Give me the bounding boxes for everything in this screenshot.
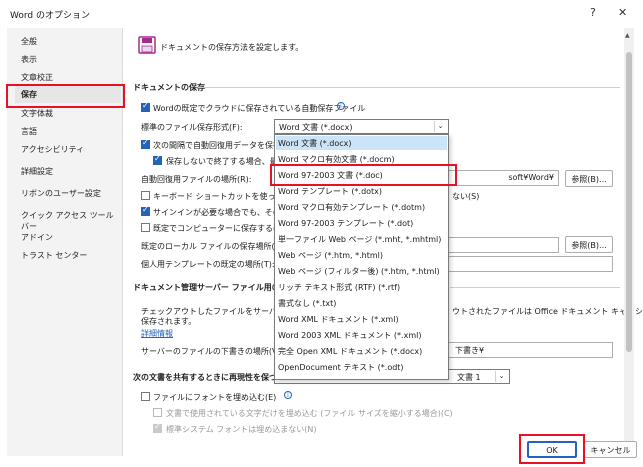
scroll-up-icon[interactable]: ▲	[625, 32, 630, 39]
dropdown-option-htm-filtered[interactable]: Web ページ (フィルター後) (*.htm, *.html)	[278, 266, 440, 277]
dropdown-option-strict-docx[interactable]: 完全 Open XML ドキュメント (*.docx)	[278, 346, 422, 357]
signin-checkbox[interactable]	[141, 205, 150, 216]
save-to-computer-checkbox[interactable]	[141, 223, 150, 232]
browse-local-button[interactable]: 参照(B)...	[565, 236, 613, 253]
sidebar-item-typography[interactable]: 文字体裁	[21, 108, 53, 119]
server-desc-line1-tail: ウトされたファイルは Office ドキュメント キャッシュに	[452, 307, 643, 316]
details-link[interactable]: 詳細情報	[141, 328, 173, 339]
divider	[198, 87, 620, 88]
section-save-documents: ドキュメントの保存	[133, 83, 205, 92]
sidebar-item-language[interactable]: 言語	[21, 126, 37, 137]
divider	[450, 287, 620, 288]
dropdown-option-docx[interactable]: Word 文書 (*.docx)	[278, 138, 352, 149]
format-select[interactable]: Word 文書 (*.docx) ⌄	[274, 119, 449, 134]
drafts-location-label: サーバーのファイルの下書きの場所(V):	[141, 347, 284, 356]
highlight-box-doc-option	[270, 164, 457, 186]
chevron-down-icon: ⌄	[495, 371, 507, 382]
format-label: 標準のファイル保存形式(F):	[141, 123, 243, 132]
browse-autorecover-button[interactable]: 参照(B)...	[565, 170, 613, 187]
fidelity-document-value: 文書 1	[457, 373, 481, 382]
info-icon[interactable]: i	[284, 391, 292, 399]
no-system-fonts-label: 標準システム フォントは埋め込まない(N)	[166, 425, 317, 434]
scrollbar-thumb[interactable]	[626, 52, 632, 352]
server-desc-line2: 保存されます。	[141, 317, 197, 326]
autorecover-location-label: 自動回復用ファイルの場所(R):	[141, 175, 252, 184]
embed-fonts-checkbox[interactable]	[141, 392, 150, 401]
sidebar-item-accessibility[interactable]: アクセシビリティ	[21, 144, 84, 155]
dropdown-option-odt[interactable]: OpenDocument テキスト (*.odt)	[278, 362, 404, 373]
keep-last-checkbox[interactable]	[153, 154, 162, 165]
dropdown-option-dotx[interactable]: Word テンプレート (*.dotx)	[278, 186, 382, 197]
sidebar-item-general[interactable]: 全般	[21, 36, 37, 47]
help-icon[interactable]: ?	[590, 6, 596, 19]
title-bar	[0, 0, 643, 28]
keep-last-label: 保存しないで終了する場合、最後	[166, 157, 286, 166]
embed-used-chars-checkbox[interactable]	[153, 408, 162, 417]
autorecover-checkbox[interactable]	[141, 138, 150, 149]
dropdown-option-dotm[interactable]: Word マクロ有効テンプレート (*.dotm)	[278, 202, 425, 213]
sidebar-item-proofing[interactable]: 文章校正	[21, 72, 53, 83]
sidebar-item-advanced[interactable]: 詳細設定	[21, 166, 53, 177]
save-to-computer-label: 既定でコンピューターに保存する(C)	[153, 224, 285, 233]
sidebar-item-addins[interactable]: アドイン	[21, 232, 53, 243]
sidebar-item-quick-access[interactable]: クイック アクセス ツール バー	[21, 210, 122, 232]
dropdown-option-txt[interactable]: 書式なし (*.txt)	[278, 298, 336, 309]
highlight-box-save	[6, 84, 125, 108]
embed-used-chars-label: 文書で使用されている文字だけを埋め込む (ファイル サイズを縮小する場合)(C)	[166, 409, 453, 418]
autosave-checkbox[interactable]	[141, 101, 150, 112]
dropdown-option-mht[interactable]: 単一ファイル Web ページ (*.mht, *.mhtml)	[278, 234, 441, 245]
sidebar-item-trust-center[interactable]: トラスト センター	[21, 250, 87, 261]
close-icon[interactable]: ✕	[618, 6, 627, 19]
autorecover-label: 次の間隔で自動回復用データを保存す	[153, 141, 289, 150]
header-text: ドキュメントの保存方法を設定します。	[160, 43, 304, 52]
highlight-box-ok	[519, 434, 585, 464]
chevron-down-icon: ⌄	[434, 121, 446, 132]
dropdown-option-xml[interactable]: Word XML ドキュメント (*.xml)	[278, 314, 399, 325]
sidebar-item-customize-ribbon[interactable]: リボンのユーザー設定	[21, 188, 101, 199]
template-location-label: 個人用テンプレートの既定の場所(T):	[141, 260, 275, 269]
no-system-fonts-checkbox[interactable]	[153, 422, 162, 433]
sidebar-item-display[interactable]: 表示	[21, 54, 37, 65]
dropdown-option-xml-2003[interactable]: Word 2003 XML ドキュメント (*.xml)	[278, 330, 421, 341]
keyboard-shortcut-suffix: ない(S)	[452, 192, 480, 201]
save-icon	[138, 36, 156, 54]
cancel-button[interactable]: キャンセル	[584, 441, 637, 458]
window-title: Word のオプション	[10, 11, 90, 21]
dropdown-option-dot[interactable]: Word 97-2003 テンプレート (*.dot)	[278, 218, 413, 229]
dropdown-option-rtf[interactable]: リッチ テキスト形式 (RTF) (*.rtf)	[278, 282, 400, 293]
embed-fonts-label: ファイルにフォントを埋め込む(E)	[153, 393, 277, 402]
local-location-label: 既定のローカル ファイルの保存場所(I):	[141, 242, 283, 251]
info-icon[interactable]: i	[337, 102, 345, 110]
section-fidelity: 次の文書を共有するときに再現性を保つ(D):	[133, 373, 295, 382]
autosave-label: Wordの既定でクラウドに保存されている自動保存ファイル	[153, 104, 366, 113]
format-select-value: Word 文書 (*.docx)	[279, 123, 353, 132]
dropdown-option-htm[interactable]: Web ページ (*.htm, *.html)	[278, 250, 383, 261]
keyboard-shortcut-checkbox[interactable]	[141, 191, 150, 200]
